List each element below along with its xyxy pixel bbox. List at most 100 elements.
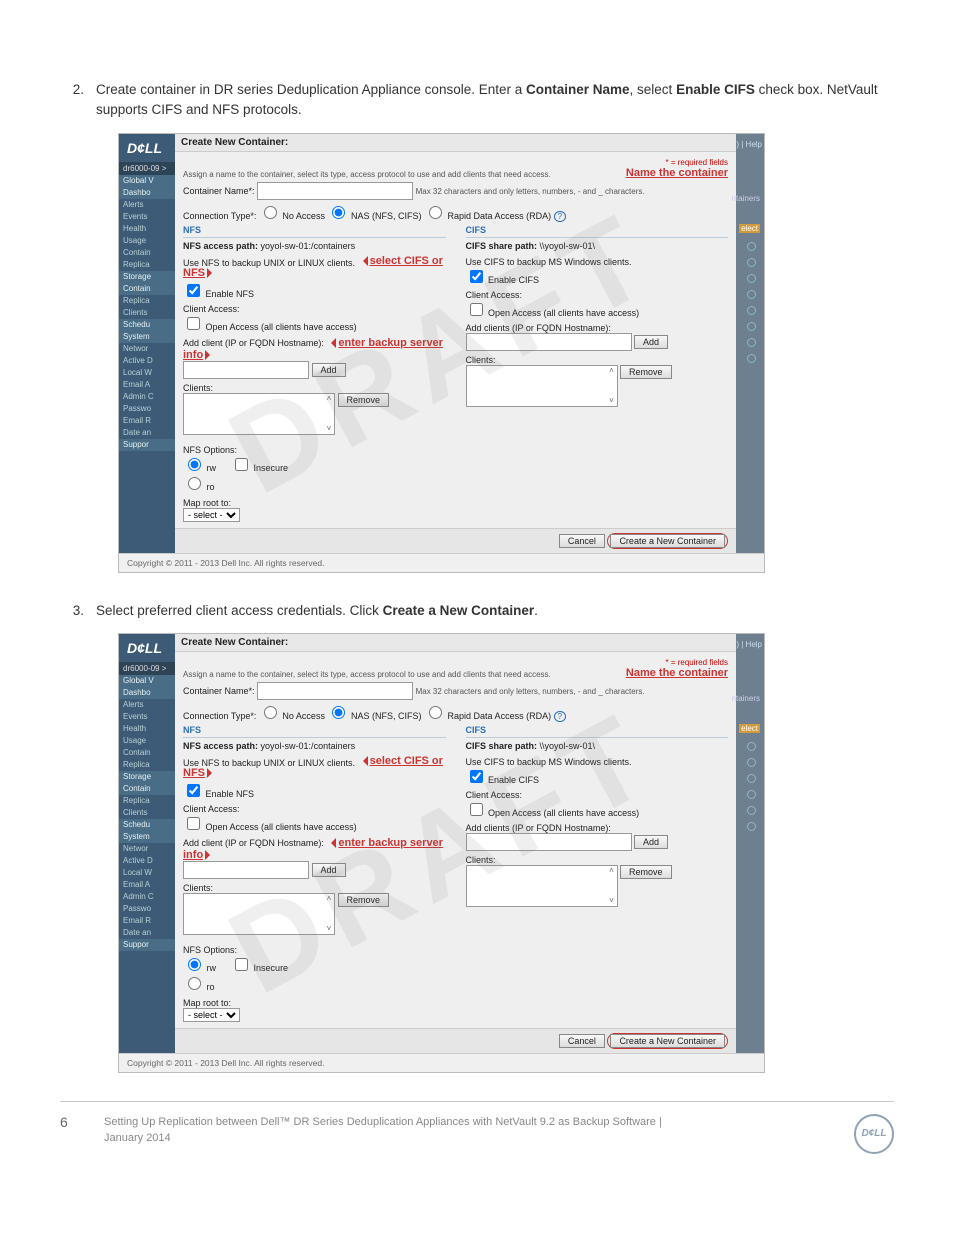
enable-nfs-checkbox[interactable]: Enable NFS — [183, 289, 254, 299]
sidebar-item[interactable]: Networ — [119, 843, 175, 855]
sidebar-item[interactable]: Active D — [119, 355, 175, 367]
sidebar-item[interactable]: Contain — [119, 783, 175, 795]
sidebar-item[interactable]: Schedu — [119, 819, 175, 831]
nfs-add-client-input[interactable] — [183, 361, 309, 379]
cifs-clients-listbox[interactable]: ˄˅ — [466, 865, 618, 907]
container-name-input[interactable] — [257, 182, 413, 200]
footer-text: Setting Up Replication between Dell™ DR … — [104, 1114, 854, 1147]
sidebar-item[interactable]: Replica — [119, 259, 175, 271]
cifs-remove-button[interactable]: Remove — [620, 865, 672, 879]
sidebar-item[interactable]: Clients — [119, 807, 175, 819]
sidebar-item[interactable]: Local W — [119, 367, 175, 379]
sidebar-item[interactable]: Suppor — [119, 939, 175, 951]
create-container-button[interactable]: Create a New Container — [610, 1034, 725, 1048]
sidebar-item[interactable]: Contain — [119, 283, 175, 295]
nfs-maproot-select[interactable]: - select - — [183, 1008, 240, 1022]
sidebar-item[interactable]: Passwo — [119, 403, 175, 415]
cancel-button[interactable]: Cancel — [559, 1034, 605, 1048]
sidebar-item[interactable]: Alerts — [119, 199, 175, 211]
sidebar-item[interactable]: Date an — [119, 427, 175, 439]
sidebar-item[interactable]: Passwo — [119, 903, 175, 915]
nfs-add-client-input[interactable] — [183, 861, 309, 879]
sidebar-item[interactable]: Events — [119, 711, 175, 723]
radio-nas[interactable]: NAS (NFS, CIFS) — [327, 211, 421, 221]
sidebar-item[interactable]: Networ — [119, 343, 175, 355]
nfs-add-button[interactable]: Add — [312, 863, 346, 877]
cancel-button[interactable]: Cancel — [559, 534, 605, 548]
cifs-clients-label: Clients: — [466, 355, 729, 365]
sidebar-item[interactable]: Contain — [119, 247, 175, 259]
sidebar-item[interactable]: System — [119, 331, 175, 343]
sidebar-item[interactable]: Dashbo — [119, 687, 175, 699]
cifs-remove-button[interactable]: Remove — [620, 365, 672, 379]
enable-cifs-checkbox[interactable]: Enable CIFS — [466, 775, 540, 785]
nfs-clients-listbox[interactable]: ˄˅ — [183, 393, 335, 435]
help-link[interactable]: ) | Help — [736, 140, 762, 149]
nfs-path: yoyol-sw-01:/containers — [261, 741, 356, 751]
nfs-open-access-checkbox[interactable]: Open Access (all clients have access) — [183, 322, 357, 332]
sidebar-item[interactable]: Alerts — [119, 699, 175, 711]
right-shade: ) | Help ntainers elect — [736, 134, 764, 553]
help-link[interactable]: ) | Help — [736, 640, 762, 649]
create-container-button[interactable]: Create a New Container — [610, 534, 725, 548]
radio-no-access[interactable]: No Access — [259, 211, 325, 221]
nfs-insecure-checkbox[interactable]: Insecure — [231, 963, 288, 973]
enable-nfs-checkbox[interactable]: Enable NFS — [183, 789, 254, 799]
sidebar-item[interactable]: Contain — [119, 747, 175, 759]
radio-rda[interactable]: Rapid Data Access (RDA) — [424, 711, 551, 721]
hint-elect: elect — [739, 224, 760, 233]
help-icon[interactable]: ? — [554, 211, 566, 222]
sidebar-item[interactable]: Dashbo — [119, 187, 175, 199]
radio-rda[interactable]: Rapid Data Access (RDA) — [424, 211, 551, 221]
nfs-maproot-select[interactable]: - select - — [183, 508, 240, 522]
radio-nas[interactable]: NAS (NFS, CIFS) — [327, 711, 421, 721]
sidebar-item[interactable]: Active D — [119, 855, 175, 867]
sidebar-item[interactable]: System — [119, 831, 175, 843]
help-icon[interactable]: ? — [554, 711, 566, 722]
sidebar-item[interactable]: Email A — [119, 379, 175, 391]
sidebar-item[interactable]: Events — [119, 211, 175, 223]
cifs-open-access-checkbox[interactable]: Open Access (all clients have access) — [466, 808, 640, 818]
sidebar-item[interactable]: Replica — [119, 295, 175, 307]
sidebar-item[interactable]: Health — [119, 723, 175, 735]
sidebar-item[interactable]: Schedu — [119, 319, 175, 331]
sidebar-item[interactable]: Storage — [119, 271, 175, 283]
sidebar-item[interactable]: Admin C — [119, 891, 175, 903]
left-sidebar: dr6000-09 > Global V Dashbo Alerts Event… — [119, 134, 175, 553]
sidebar-item[interactable]: Global V — [119, 675, 175, 687]
nfs-ro-radio[interactable]: ro — [183, 982, 215, 992]
sidebar-item[interactable]: Suppor — [119, 439, 175, 451]
nfs-rw-radio[interactable]: rw — [183, 463, 216, 473]
sidebar-item[interactable]: Local W — [119, 867, 175, 879]
nfs-ro-radio[interactable]: ro — [183, 482, 215, 492]
sidebar-item[interactable]: Clients — [119, 307, 175, 319]
nfs-open-access-checkbox[interactable]: Open Access (all clients have access) — [183, 822, 357, 832]
sidebar-item[interactable]: Email R — [119, 415, 175, 427]
sidebar-item[interactable]: Usage — [119, 235, 175, 247]
nfs-insecure-checkbox[interactable]: Insecure — [231, 463, 288, 473]
sidebar-item[interactable]: Replica — [119, 759, 175, 771]
sidebar-item[interactable]: Global V — [119, 175, 175, 187]
nfs-remove-button[interactable]: Remove — [338, 893, 390, 907]
nfs-remove-button[interactable]: Remove — [338, 393, 390, 407]
sidebar-item[interactable]: Date an — [119, 927, 175, 939]
radio-no-access[interactable]: No Access — [259, 711, 325, 721]
sidebar-item[interactable]: Usage — [119, 735, 175, 747]
cifs-add-client-input[interactable] — [466, 333, 632, 351]
enable-cifs-checkbox[interactable]: Enable CIFS — [466, 275, 540, 285]
nfs-clients-listbox[interactable]: ˄˅ — [183, 893, 335, 935]
sidebar-item[interactable]: Health — [119, 223, 175, 235]
sidebar-item[interactable]: Admin C — [119, 391, 175, 403]
cifs-clients-listbox[interactable]: ˄˅ — [466, 365, 618, 407]
container-name-input[interactable] — [257, 682, 413, 700]
sidebar-item[interactable]: Replica — [119, 795, 175, 807]
sidebar-item[interactable]: Storage — [119, 771, 175, 783]
nfs-rw-radio[interactable]: rw — [183, 963, 216, 973]
cifs-open-access-checkbox[interactable]: Open Access (all clients have access) — [466, 308, 640, 318]
cifs-add-client-input[interactable] — [466, 833, 632, 851]
nfs-add-button[interactable]: Add — [312, 363, 346, 377]
sidebar-item[interactable]: Email R — [119, 915, 175, 927]
sidebar-item[interactable]: Email A — [119, 879, 175, 891]
cifs-add-button[interactable]: Add — [634, 335, 668, 349]
cifs-add-button[interactable]: Add — [634, 835, 668, 849]
